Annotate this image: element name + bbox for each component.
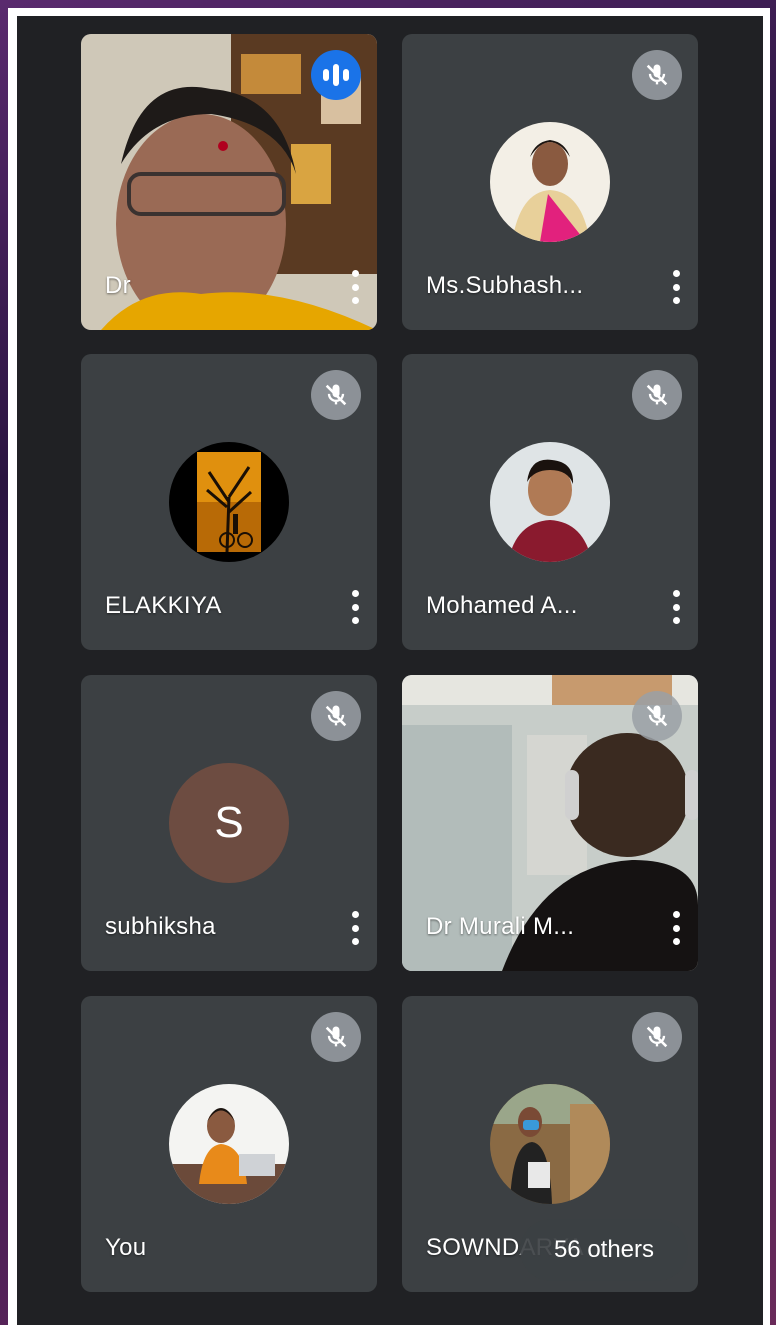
participant-tile[interactable]: You bbox=[81, 996, 377, 1292]
participant-tile[interactable]: Dr Murali M... bbox=[402, 675, 698, 971]
participant-tile[interactable]: Mohamed A... bbox=[402, 354, 698, 650]
mic-off-icon bbox=[632, 50, 682, 100]
participant-tile[interactable]: Dr bbox=[81, 34, 377, 330]
mic-off-icon bbox=[632, 691, 682, 741]
mic-off-icon bbox=[311, 691, 361, 741]
participant-name: Dr Murali M... bbox=[426, 913, 575, 940]
participant-name: ELAKKIYA bbox=[105, 592, 222, 619]
mic-off-icon bbox=[632, 370, 682, 420]
more-vert-icon[interactable] bbox=[349, 270, 361, 304]
more-vert-icon[interactable] bbox=[670, 590, 682, 624]
participant-tile[interactable]: Ms.Subhash... bbox=[402, 34, 698, 330]
avatar bbox=[490, 1084, 610, 1204]
avatar: S bbox=[169, 763, 289, 883]
mic-off-icon bbox=[311, 1012, 361, 1062]
avatar bbox=[169, 442, 289, 562]
participant-name: subhiksha bbox=[105, 913, 216, 940]
others-chip[interactable]: 56 others bbox=[520, 1219, 688, 1281]
avatar bbox=[490, 442, 610, 562]
participant-tile[interactable]: ELAKKIYA bbox=[81, 354, 377, 650]
participant-name: You bbox=[105, 1234, 147, 1261]
speaking-icon bbox=[311, 50, 361, 100]
participant-name: Mohamed A... bbox=[426, 592, 578, 619]
participant-name: Dr bbox=[105, 272, 131, 299]
more-vert-icon[interactable] bbox=[349, 590, 361, 624]
mic-off-icon bbox=[311, 370, 361, 420]
more-vert-icon[interactable] bbox=[670, 911, 682, 945]
more-vert-icon[interactable] bbox=[670, 270, 682, 304]
avatar bbox=[169, 1084, 289, 1204]
more-vert-icon[interactable] bbox=[349, 911, 361, 945]
participant-tile[interactable]: S subhiksha bbox=[81, 675, 377, 971]
mic-off-icon bbox=[632, 1012, 682, 1062]
participant-name: Ms.Subhash... bbox=[426, 272, 584, 299]
avatar-initial: S bbox=[214, 798, 244, 847]
avatar bbox=[490, 122, 610, 242]
